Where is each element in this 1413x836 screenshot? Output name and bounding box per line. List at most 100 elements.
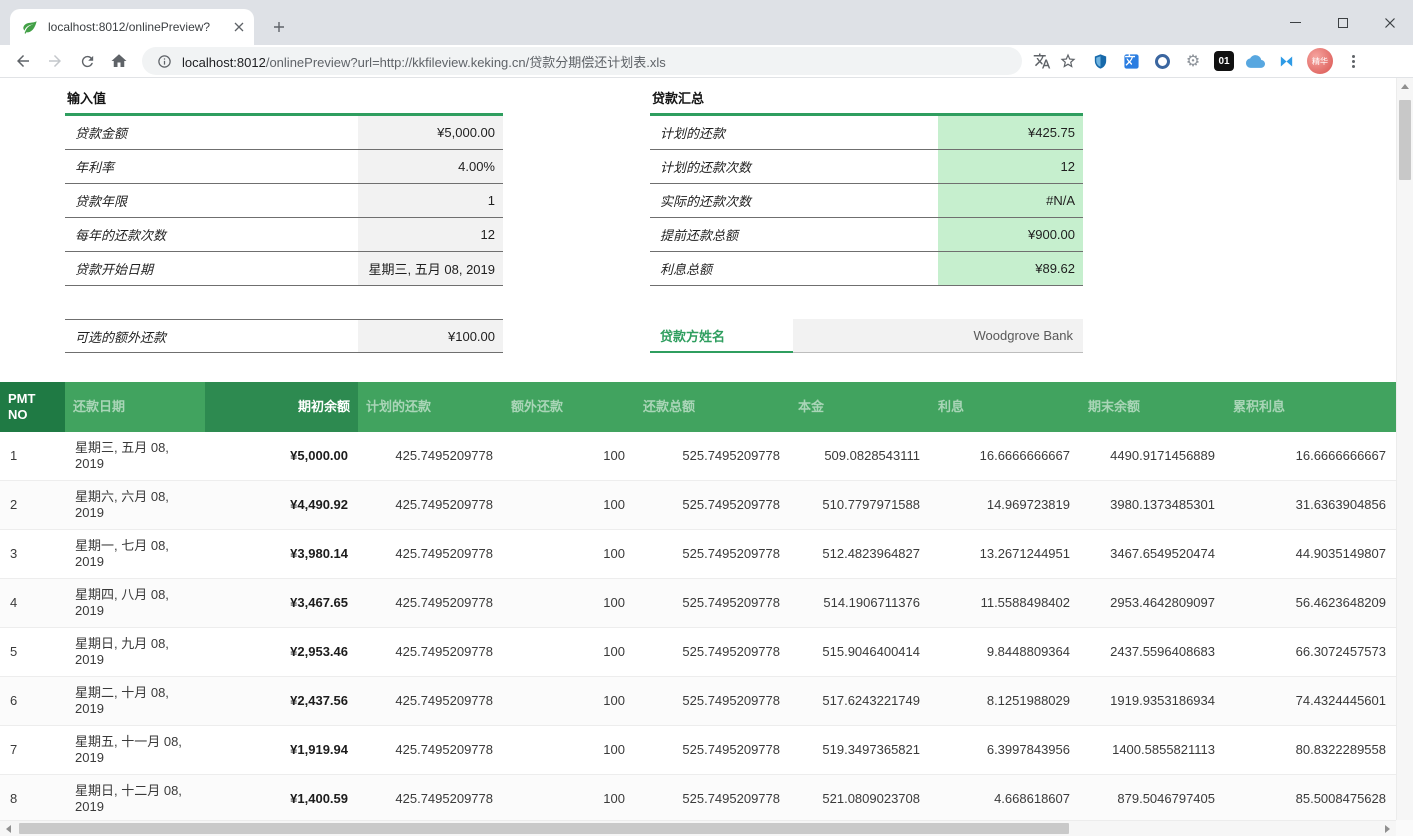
extra-payment-cell[interactable]: 100 (503, 481, 635, 530)
begin-balance-cell[interactable]: ¥4,490.92 (205, 481, 358, 530)
begin-balance-cell[interactable]: ¥1,919.94 (205, 726, 358, 775)
pmt-no-cell[interactable]: 7 (0, 726, 65, 775)
summary-value[interactable]: #N/A (938, 184, 1083, 217)
browser-tab[interactable]: localhost:8012/onlinePreview? (10, 9, 254, 45)
new-tab-button[interactable] (266, 14, 292, 40)
ext-01-badge-icon[interactable]: 01 (1214, 51, 1234, 71)
date-cell[interactable]: 星期六, 六月 08, 2019 (65, 481, 205, 530)
pmt-no-cell[interactable]: 8 (0, 775, 65, 821)
home-button[interactable] (106, 48, 132, 74)
extra-payment-cell[interactable]: 100 (503, 432, 635, 481)
input-value[interactable]: 1 (358, 184, 503, 217)
lender-value[interactable]: Woodgrove Bank (793, 319, 1083, 353)
scheduled-payment-cell[interactable]: 425.7495209778 (358, 726, 503, 775)
vertical-scrollbar[interactable] (1396, 78, 1413, 820)
end-balance-cell[interactable]: 2437.5596408683 (1080, 628, 1225, 677)
interest-cell[interactable]: 16.6666666667 (930, 432, 1080, 481)
extra-payment-value[interactable]: ¥100.00 (358, 320, 503, 352)
cumulative-interest-cell[interactable]: 66.3072457573 (1225, 628, 1396, 677)
total-payment-cell[interactable]: 525.7495209778 (635, 628, 790, 677)
tab-close-icon[interactable] (234, 22, 244, 32)
bookmark-star-icon[interactable] (1058, 51, 1078, 71)
scheduled-payment-cell[interactable]: 425.7495209778 (358, 530, 503, 579)
end-balance-cell[interactable]: 3980.1373485301 (1080, 481, 1225, 530)
end-balance-cell[interactable]: 1919.9353186934 (1080, 677, 1225, 726)
begin-balance-cell[interactable]: ¥5,000.00 (205, 432, 358, 481)
window-maximize-button[interactable] (1319, 0, 1366, 45)
cumulative-interest-cell[interactable]: 44.9035149807 (1225, 530, 1396, 579)
principal-cell[interactable]: 515.9046400414 (790, 628, 930, 677)
cumulative-interest-cell[interactable]: 74.4324445601 (1225, 677, 1396, 726)
end-balance-cell[interactable]: 3467.6549520474 (1080, 530, 1225, 579)
interest-cell[interactable]: 14.969723819 (930, 481, 1080, 530)
pmt-no-cell[interactable]: 3 (0, 530, 65, 579)
extra-payment-cell[interactable]: 100 (503, 579, 635, 628)
date-cell[interactable]: 星期日, 十二月 08, 2019 (65, 775, 205, 821)
ext-shield-icon[interactable] (1090, 51, 1110, 71)
horizontal-scroll-thumb[interactable] (19, 823, 1069, 834)
total-payment-cell[interactable]: 525.7495209778 (635, 432, 790, 481)
total-payment-cell[interactable]: 525.7495209778 (635, 579, 790, 628)
vertical-scroll-thumb[interactable] (1399, 100, 1411, 180)
begin-balance-cell[interactable]: ¥3,467.65 (205, 579, 358, 628)
principal-cell[interactable]: 514.1906711376 (790, 579, 930, 628)
pmt-no-cell[interactable]: 6 (0, 677, 65, 726)
scheduled-payment-cell[interactable]: 425.7495209778 (358, 579, 503, 628)
scheduled-payment-cell[interactable]: 425.7495209778 (358, 628, 503, 677)
summary-value[interactable]: ¥89.62 (938, 252, 1083, 285)
input-value[interactable]: 星期三, 五月 08, 2019 (358, 252, 503, 285)
cumulative-interest-cell[interactable]: 16.6666666667 (1225, 432, 1396, 481)
principal-cell[interactable]: 510.7797971588 (790, 481, 930, 530)
cumulative-interest-cell[interactable]: 80.8322289558 (1225, 726, 1396, 775)
ext-gear-icon[interactable]: ⚙ (1183, 51, 1203, 71)
interest-cell[interactable]: 9.8448809364 (930, 628, 1080, 677)
interest-cell[interactable]: 13.2671244951 (930, 530, 1080, 579)
address-bar[interactable]: localhost:8012/onlinePreview?url=http://… (142, 47, 1022, 75)
date-cell[interactable]: 星期三, 五月 08, 2019 (65, 432, 205, 481)
begin-balance-cell[interactable]: ¥2,953.46 (205, 628, 358, 677)
total-payment-cell[interactable]: 525.7495209778 (635, 481, 790, 530)
principal-cell[interactable]: 509.0828543111 (790, 432, 930, 481)
end-balance-cell[interactable]: 2953.4642809097 (1080, 579, 1225, 628)
end-balance-cell[interactable]: 4490.9171456889 (1080, 432, 1225, 481)
input-value[interactable]: 12 (358, 218, 503, 251)
extra-payment-cell[interactable]: 100 (503, 726, 635, 775)
total-payment-cell[interactable]: 525.7495209778 (635, 530, 790, 579)
begin-balance-cell[interactable]: ¥3,980.14 (205, 530, 358, 579)
reload-button[interactable] (74, 48, 100, 74)
pmt-no-cell[interactable]: 5 (0, 628, 65, 677)
back-button[interactable] (10, 48, 36, 74)
interest-cell[interactable]: 4.668618607 (930, 775, 1080, 821)
window-minimize-button[interactable] (1272, 0, 1319, 45)
begin-balance-cell[interactable]: ¥1,400.59 (205, 775, 358, 821)
ext-cloud-icon[interactable] (1245, 51, 1265, 71)
scroll-up-button[interactable] (1397, 78, 1413, 95)
ext-translate-icon[interactable] (1121, 51, 1141, 71)
forward-button[interactable] (42, 48, 68, 74)
extra-payment-cell[interactable]: 100 (503, 530, 635, 579)
total-payment-cell[interactable]: 525.7495209778 (635, 677, 790, 726)
scheduled-payment-cell[interactable]: 425.7495209778 (358, 432, 503, 481)
ext-ring-icon[interactable] (1152, 51, 1172, 71)
date-cell[interactable]: 星期五, 十一月 08, 2019 (65, 726, 205, 775)
page-info-icon[interactable] (154, 51, 174, 71)
cumulative-interest-cell[interactable]: 31.6363904856 (1225, 481, 1396, 530)
horizontal-scrollbar[interactable] (0, 820, 1396, 836)
total-payment-cell[interactable]: 525.7495209778 (635, 726, 790, 775)
interest-cell[interactable]: 6.3997843956 (930, 726, 1080, 775)
summary-value[interactable]: ¥425.75 (938, 116, 1083, 149)
principal-cell[interactable]: 517.6243221749 (790, 677, 930, 726)
input-value[interactable]: ¥5,000.00 (358, 116, 503, 149)
principal-cell[interactable]: 512.4823964827 (790, 530, 930, 579)
total-payment-cell[interactable]: 525.7495209778 (635, 775, 790, 821)
date-cell[interactable]: 星期二, 十月 08, 2019 (65, 677, 205, 726)
end-balance-cell[interactable]: 1400.5855821113 (1080, 726, 1225, 775)
scheduled-payment-cell[interactable]: 425.7495209778 (358, 677, 503, 726)
scheduled-payment-cell[interactable]: 425.7495209778 (358, 481, 503, 530)
principal-cell[interactable]: 521.0809023708 (790, 775, 930, 821)
cumulative-interest-cell[interactable]: 85.5008475628 (1225, 775, 1396, 821)
date-cell[interactable]: 星期日, 九月 08, 2019 (65, 628, 205, 677)
cumulative-interest-cell[interactable]: 56.4623648209 (1225, 579, 1396, 628)
extra-payment-cell[interactable]: 100 (503, 677, 635, 726)
scroll-right-button[interactable] (1379, 821, 1396, 836)
